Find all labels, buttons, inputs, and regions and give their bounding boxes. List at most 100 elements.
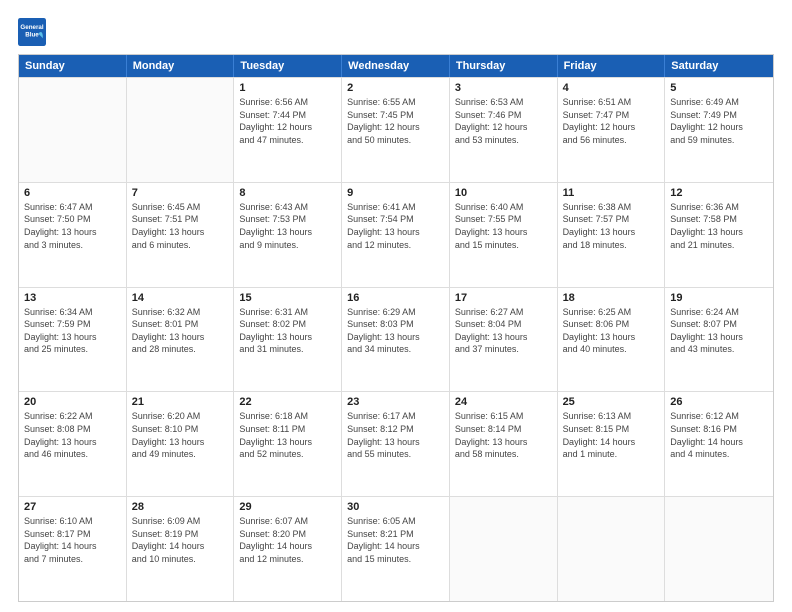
calendar-row-3: 20Sunrise: 6:22 AM Sunset: 8:08 PM Dayli… xyxy=(19,391,773,496)
calendar-cell-2-4: 17 Sunrise: 6:27 AM Sunset: 8:04 PM Dayli… xyxy=(450,288,558,392)
calendar-cell-0-4: 3 Sunrise: 6:53 AM Sunset: 7:46 PM Daylig… xyxy=(450,78,558,182)
calendar-cell-1-2: 8 Sunrise: 6:43 AM Sunset: 7:53 PM Daylig… xyxy=(234,183,342,287)
calendar-cell-4-0: 27 Sunrise: 6:10 AM Sunset: 8:17 PM Dayli… xyxy=(19,497,127,601)
day-number: 3 xyxy=(455,82,552,94)
calendar-cell-4-5 xyxy=(558,497,666,601)
day-number: 9 xyxy=(347,187,444,199)
cell-text: Sunrise: 6:40 AM Sunset: 7:55 PM Dayligh… xyxy=(455,201,552,251)
cell-text: Sunrise: 6:41 AM Sunset: 7:54 PM Dayligh… xyxy=(347,201,444,251)
cell-text: Sunrise: 6:29 AM Sunset: 8:03 PM Dayligh… xyxy=(347,306,444,356)
cell-text: Sunrise: 6:25 AM Sunset: 8:06 PM Dayligh… xyxy=(563,306,660,356)
calendar-cell-2-5: 18Sunrise: 6:25 AM Sunset: 8:06 PM Dayli… xyxy=(558,288,666,392)
calendar-cell-3-4: 24 Sunrise: 6:15 AM Sunset: 8:14 PM Dayli… xyxy=(450,392,558,496)
header-day-monday: Monday xyxy=(127,55,235,77)
calendar-cell-3-6: 26 Sunrise: 6:12 AM Sunset: 8:16 PM Dayli… xyxy=(665,392,773,496)
calendar-cell-2-6: 19 Sunrise: 6:24 AM Sunset: 8:07 PM Dayli… xyxy=(665,288,773,392)
cell-text: Sunrise: 6:15 AM Sunset: 8:14 PM Dayligh… xyxy=(455,410,552,460)
calendar-cell-3-3: 23 Sunrise: 6:17 AM Sunset: 8:12 PM Dayli… xyxy=(342,392,450,496)
calendar: SundayMondayTuesdayWednesdayThursdayFrid… xyxy=(18,54,774,602)
day-number: 17 xyxy=(455,292,552,304)
cell-text: Sunrise: 6:36 AM Sunset: 7:58 PM Dayligh… xyxy=(670,201,768,251)
day-number: 14 xyxy=(132,292,229,304)
calendar-cell-4-4 xyxy=(450,497,558,601)
cell-text: Sunrise: 6:47 AM Sunset: 7:50 PM Dayligh… xyxy=(24,201,121,251)
day-number: 22 xyxy=(239,396,336,408)
day-number: 15 xyxy=(239,292,336,304)
cell-text: Sunrise: 6:24 AM Sunset: 8:07 PM Dayligh… xyxy=(670,306,768,356)
day-number: 23 xyxy=(347,396,444,408)
day-number: 27 xyxy=(24,501,121,513)
day-number: 11 xyxy=(563,187,660,199)
svg-text:General: General xyxy=(20,24,43,31)
calendar-row-0: 1Sunrise: 6:56 AM Sunset: 7:44 PM Daylig… xyxy=(19,77,773,182)
calendar-row-4: 27 Sunrise: 6:10 AM Sunset: 8:17 PM Dayli… xyxy=(19,496,773,601)
day-number: 26 xyxy=(670,396,768,408)
calendar-cell-3-0: 20Sunrise: 6:22 AM Sunset: 8:08 PM Dayli… xyxy=(19,392,127,496)
header-day-friday: Friday xyxy=(558,55,666,77)
day-number: 19 xyxy=(670,292,768,304)
day-number: 24 xyxy=(455,396,552,408)
calendar-cell-0-1 xyxy=(127,78,235,182)
calendar-cell-0-0 xyxy=(19,78,127,182)
calendar-row-2: 13Sunrise: 6:34 AM Sunset: 7:59 PM Dayli… xyxy=(19,287,773,392)
calendar-cell-0-5: 4Sunrise: 6:51 AM Sunset: 7:47 PM Daylig… xyxy=(558,78,666,182)
cell-text: Sunrise: 6:53 AM Sunset: 7:46 PM Dayligh… xyxy=(455,96,552,146)
calendar-cell-1-1: 7 Sunrise: 6:45 AM Sunset: 7:51 PM Daylig… xyxy=(127,183,235,287)
day-number: 6 xyxy=(24,187,121,199)
day-number: 13 xyxy=(24,292,121,304)
day-number: 10 xyxy=(455,187,552,199)
header-day-saturday: Saturday xyxy=(665,55,773,77)
calendar-cell-4-2: 29 Sunrise: 6:07 AM Sunset: 8:20 PM Dayli… xyxy=(234,497,342,601)
header-day-thursday: Thursday xyxy=(450,55,558,77)
day-number: 20 xyxy=(24,396,121,408)
day-number: 7 xyxy=(132,187,229,199)
cell-text: Sunrise: 6:10 AM Sunset: 8:17 PM Dayligh… xyxy=(24,515,121,565)
calendar-cell-2-2: 15 Sunrise: 6:31 AM Sunset: 8:02 PM Dayli… xyxy=(234,288,342,392)
cell-text: Sunrise: 6:55 AM Sunset: 7:45 PM Dayligh… xyxy=(347,96,444,146)
cell-text: Sunrise: 6:27 AM Sunset: 8:04 PM Dayligh… xyxy=(455,306,552,356)
header-day-sunday: Sunday xyxy=(19,55,127,77)
cell-text: Sunrise: 6:49 AM Sunset: 7:49 PM Dayligh… xyxy=(670,96,768,146)
logo-icon: General Blue xyxy=(18,18,46,46)
calendar-cell-4-6 xyxy=(665,497,773,601)
cell-text: Sunrise: 6:43 AM Sunset: 7:53 PM Dayligh… xyxy=(239,201,336,251)
calendar-cell-0-2: 1Sunrise: 6:56 AM Sunset: 7:44 PM Daylig… xyxy=(234,78,342,182)
cell-text: Sunrise: 6:09 AM Sunset: 8:19 PM Dayligh… xyxy=(132,515,229,565)
cell-text: Sunrise: 6:38 AM Sunset: 7:57 PM Dayligh… xyxy=(563,201,660,251)
calendar-header: SundayMondayTuesdayWednesdayThursdayFrid… xyxy=(19,55,773,77)
day-number: 12 xyxy=(670,187,768,199)
calendar-cell-2-3: 16Sunrise: 6:29 AM Sunset: 8:03 PM Dayli… xyxy=(342,288,450,392)
day-number: 1 xyxy=(239,82,336,94)
calendar-cell-2-0: 13Sunrise: 6:34 AM Sunset: 7:59 PM Dayli… xyxy=(19,288,127,392)
day-number: 30 xyxy=(347,501,444,513)
cell-text: Sunrise: 6:05 AM Sunset: 8:21 PM Dayligh… xyxy=(347,515,444,565)
calendar-cell-1-5: 11 Sunrise: 6:38 AM Sunset: 7:57 PM Dayli… xyxy=(558,183,666,287)
header: General Blue xyxy=(18,18,774,46)
calendar-cell-3-5: 25 Sunrise: 6:13 AM Sunset: 8:15 PM Dayli… xyxy=(558,392,666,496)
cell-text: Sunrise: 6:31 AM Sunset: 8:02 PM Dayligh… xyxy=(239,306,336,356)
calendar-cell-1-6: 12 Sunrise: 6:36 AM Sunset: 7:58 PM Dayli… xyxy=(665,183,773,287)
calendar-row-1: 6 Sunrise: 6:47 AM Sunset: 7:50 PM Daylig… xyxy=(19,182,773,287)
cell-text: Sunrise: 6:20 AM Sunset: 8:10 PM Dayligh… xyxy=(132,410,229,460)
calendar-cell-0-3: 2Sunrise: 6:55 AM Sunset: 7:45 PM Daylig… xyxy=(342,78,450,182)
cell-text: Sunrise: 6:07 AM Sunset: 8:20 PM Dayligh… xyxy=(239,515,336,565)
cell-text: Sunrise: 6:32 AM Sunset: 8:01 PM Dayligh… xyxy=(132,306,229,356)
calendar-cell-4-1: 28 Sunrise: 6:09 AM Sunset: 8:19 PM Dayli… xyxy=(127,497,235,601)
calendar-cell-3-2: 22Sunrise: 6:18 AM Sunset: 8:11 PM Dayli… xyxy=(234,392,342,496)
calendar-cell-1-0: 6 Sunrise: 6:47 AM Sunset: 7:50 PM Daylig… xyxy=(19,183,127,287)
logo: General Blue xyxy=(18,18,50,46)
cell-text: Sunrise: 6:12 AM Sunset: 8:16 PM Dayligh… xyxy=(670,410,768,460)
cell-text: Sunrise: 6:45 AM Sunset: 7:51 PM Dayligh… xyxy=(132,201,229,251)
day-number: 25 xyxy=(563,396,660,408)
cell-text: Sunrise: 6:17 AM Sunset: 8:12 PM Dayligh… xyxy=(347,410,444,460)
cell-text: Sunrise: 6:13 AM Sunset: 8:15 PM Dayligh… xyxy=(563,410,660,460)
cell-text: Sunrise: 6:51 AM Sunset: 7:47 PM Dayligh… xyxy=(563,96,660,146)
day-number: 29 xyxy=(239,501,336,513)
calendar-body: 1Sunrise: 6:56 AM Sunset: 7:44 PM Daylig… xyxy=(19,77,773,601)
calendar-cell-2-1: 14 Sunrise: 6:32 AM Sunset: 8:01 PM Dayli… xyxy=(127,288,235,392)
svg-text:Blue: Blue xyxy=(25,32,39,39)
day-number: 5 xyxy=(670,82,768,94)
calendar-cell-1-3: 9 Sunrise: 6:41 AM Sunset: 7:54 PM Daylig… xyxy=(342,183,450,287)
day-number: 28 xyxy=(132,501,229,513)
day-number: 8 xyxy=(239,187,336,199)
